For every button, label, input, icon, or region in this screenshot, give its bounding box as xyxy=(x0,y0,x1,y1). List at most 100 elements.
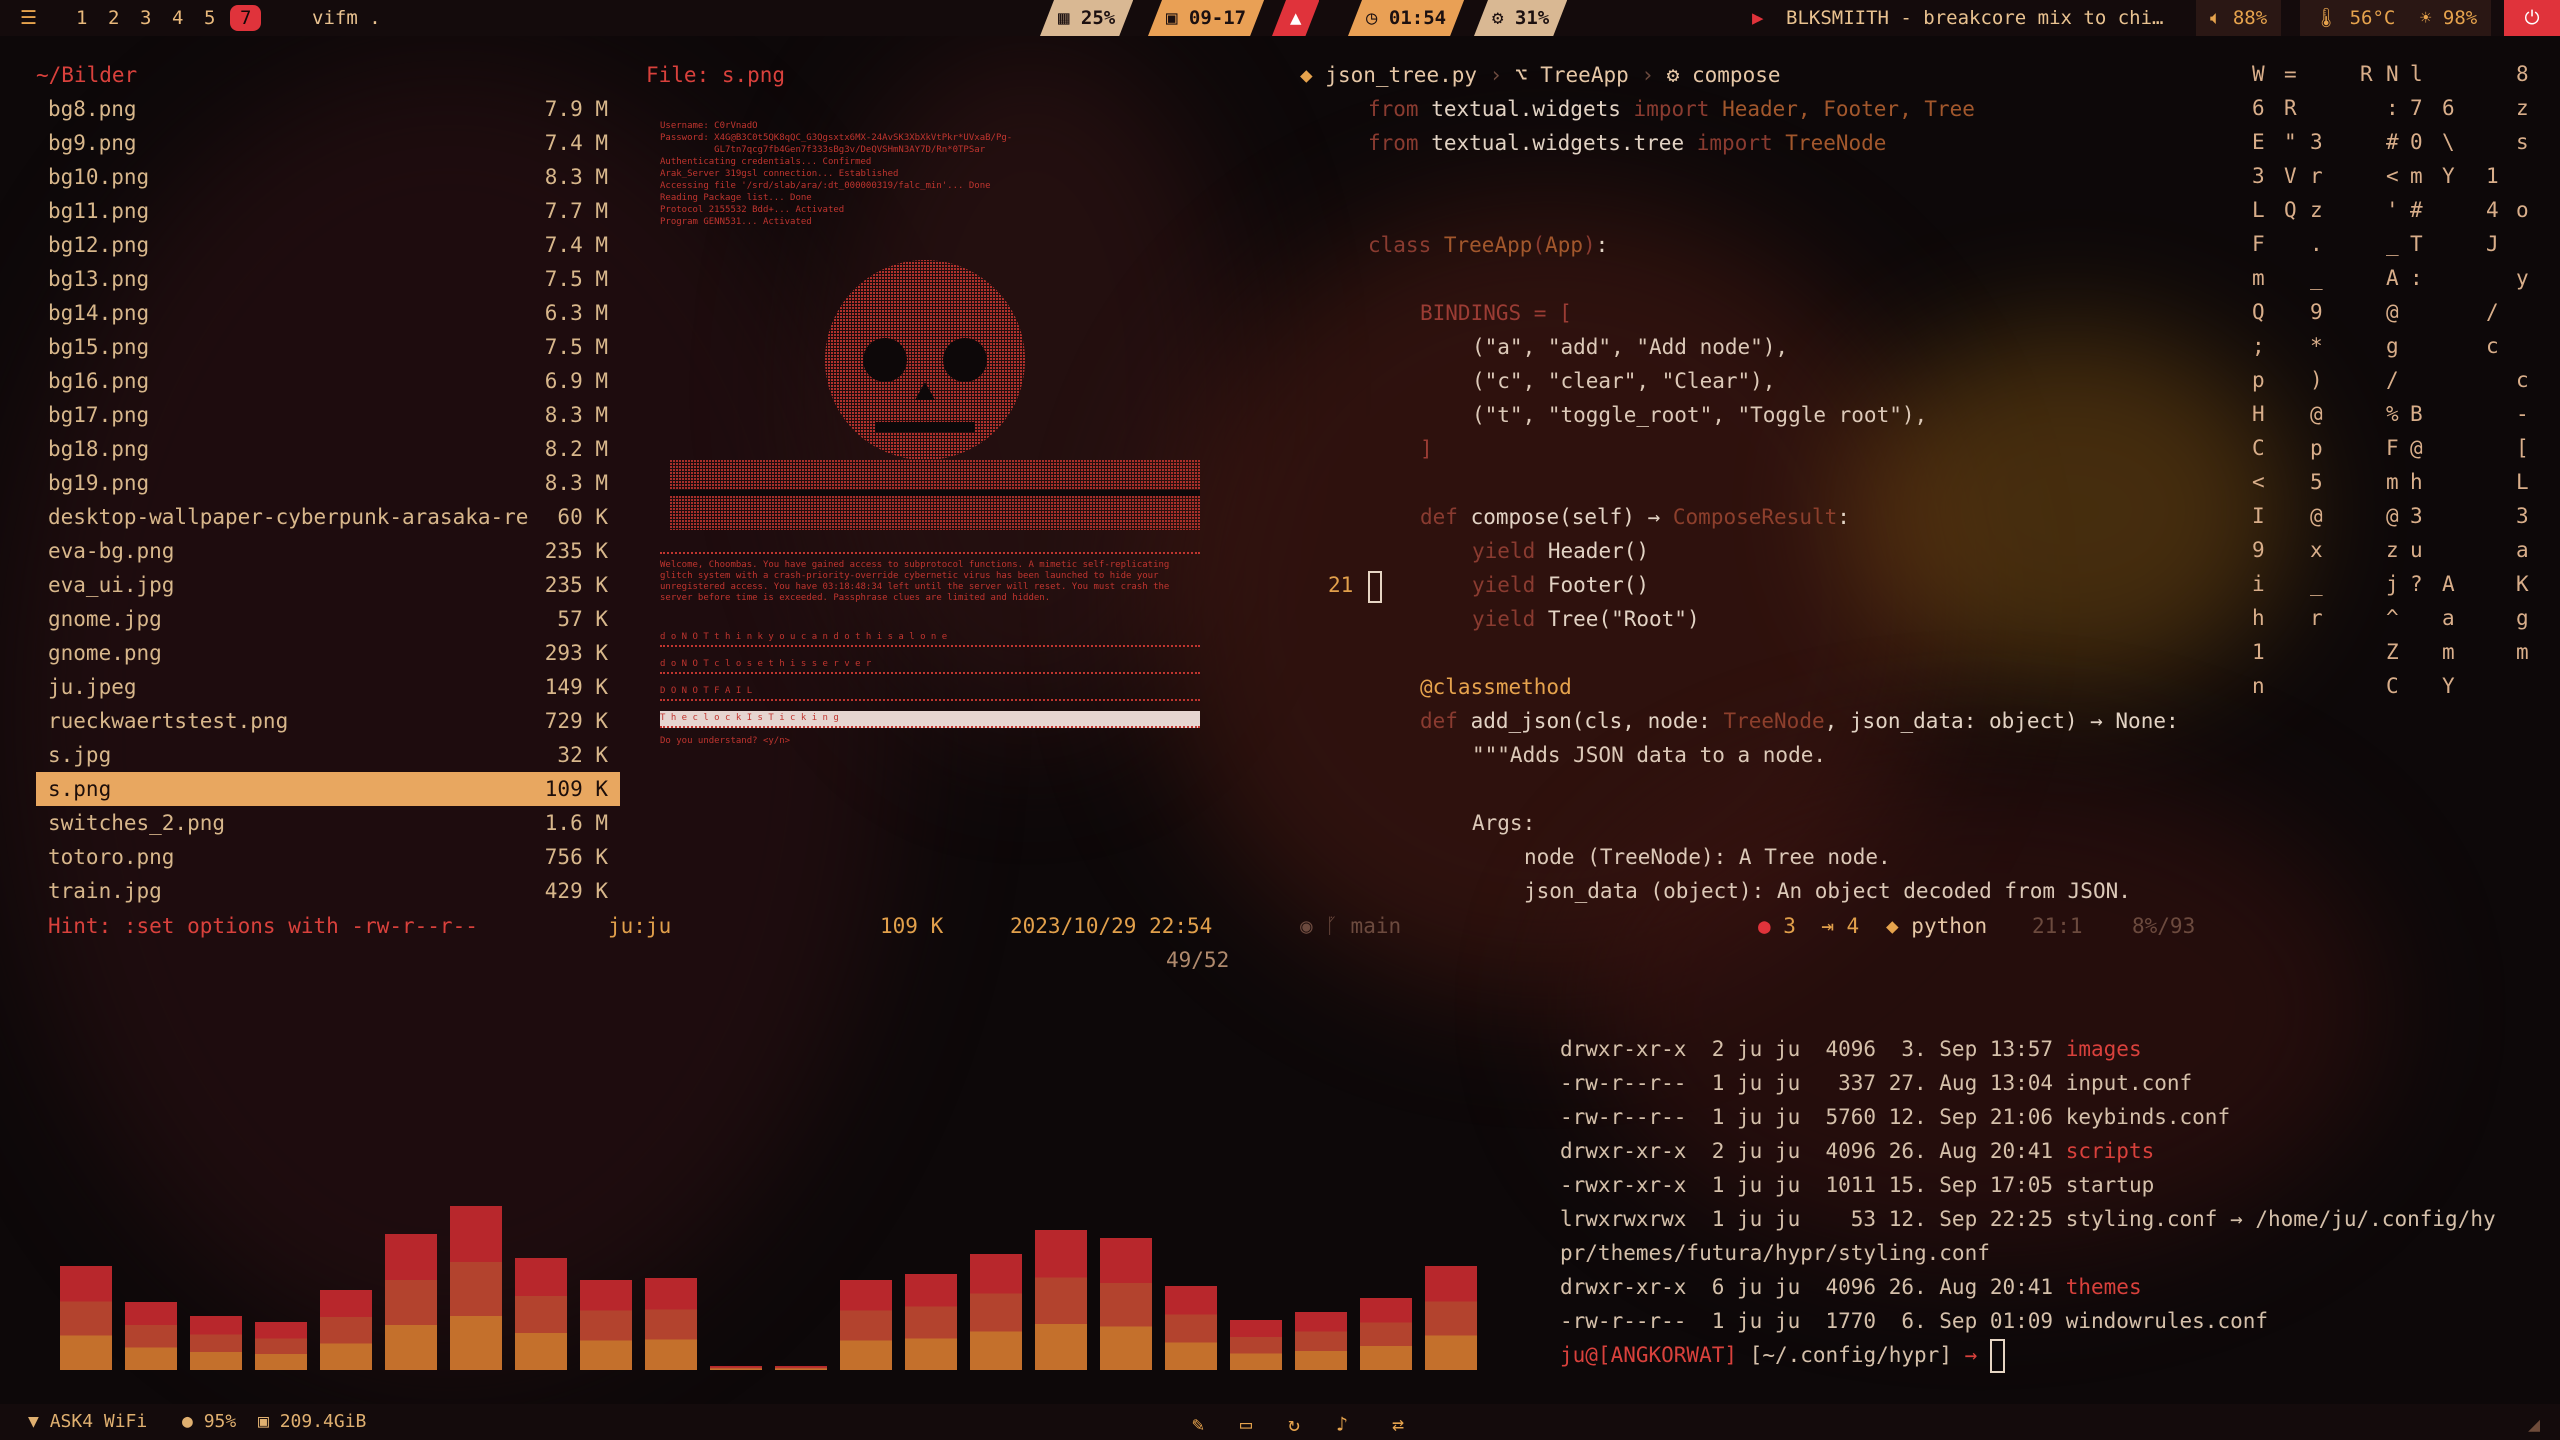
ls-name[interactable]: input.conf xyxy=(2066,1071,2192,1095)
file-row[interactable]: bg18.png 8.2 M xyxy=(48,432,608,466)
brightness-module[interactable]: ☀︎ 98% xyxy=(2406,0,2492,36)
file-row[interactable]: totoro.png 756 K xyxy=(48,840,608,874)
refresh-icon[interactable]: ↻ xyxy=(1288,1412,1300,1436)
gpu-value: 31% xyxy=(1514,7,1550,29)
clue-list: d o N O T t h i n k y o u c a n d o t h … xyxy=(660,630,1200,738)
matrix-glyph: 7 xyxy=(2410,96,2423,120)
file-name: bg12.png xyxy=(48,233,150,257)
file-name: bg8.png xyxy=(48,97,137,121)
file-row[interactable]: gnome.jpg 57 K xyxy=(48,602,608,636)
matrix-glyph: V xyxy=(2284,164,2297,188)
file-size: 7.5 M xyxy=(544,335,608,359)
workspace-7-active[interactable]: 7 xyxy=(230,5,262,31)
visualizer-bar xyxy=(190,1316,242,1370)
ls-name[interactable]: styling.conf → /home/ju/.config/hy xyxy=(2066,1207,2496,1231)
ls-name[interactable]: images xyxy=(2066,1037,2142,1061)
wifi-module[interactable]: ▼ ASK4 WiFi xyxy=(28,1404,147,1440)
ls-name[interactable]: pr/themes/futura/hypr/styling.conf xyxy=(1560,1241,1990,1265)
file-row[interactable]: bg11.png 7.7 M xyxy=(48,194,608,228)
file-row[interactable]: bg8.png 7.9 M xyxy=(48,92,608,126)
ls-meta: -rw-r--r-- 1 ju ju 5760 12. Sep 21:06 xyxy=(1560,1105,2066,1129)
workspace-3[interactable]: 3 xyxy=(140,0,151,36)
workspace-4[interactable]: 4 xyxy=(172,0,183,36)
file-size: 7.7 M xyxy=(544,199,608,223)
file-row[interactable]: rueckwaertstest.png 729 K xyxy=(48,704,608,738)
volume-module[interactable]: 🔈︎ 88% xyxy=(2196,0,2282,36)
workspace-1[interactable]: 1 xyxy=(76,0,87,36)
workspace-2[interactable]: 2 xyxy=(108,0,119,36)
file-row[interactable]: bg15.png 7.5 M xyxy=(48,330,608,364)
clock-icon: ◷ xyxy=(1366,7,1389,29)
ls-name[interactable]: themes xyxy=(2066,1275,2142,1299)
disk-module: ▣ 209.4GiB xyxy=(258,1404,366,1440)
matrix-glyph: h xyxy=(2410,470,2423,494)
file-row-selected[interactable]: s.png 109 K xyxy=(36,772,620,806)
warning-icon: ⇥ xyxy=(1821,914,1847,938)
ls-meta: -rwxr-xr-x 1 ju ju 1011 15. Sep 17:05 xyxy=(1560,1173,2066,1197)
breadcrumb-method[interactable]: compose xyxy=(1692,63,1781,87)
breadcrumb-class[interactable]: TreeApp xyxy=(1540,63,1629,87)
file-row[interactable]: eva_ui.jpg 235 K xyxy=(48,568,608,602)
ls-row: -rw-r--r-- 1 ju ju 5760 12. Sep 21:06 ke… xyxy=(1560,1100,2230,1134)
ls-name[interactable]: scripts xyxy=(2066,1139,2155,1163)
media-title[interactable]: BLKSMIITH - breakcore mix to chi… xyxy=(1786,0,2166,36)
visualizer-bar xyxy=(1295,1312,1347,1370)
breadcrumb-file[interactable]: json_tree.py xyxy=(1325,63,1477,87)
matrix-glyph: = xyxy=(2284,62,2297,86)
monitor-icon[interactable]: ▭ xyxy=(1240,1412,1252,1436)
matrix-glyph: c xyxy=(2516,368,2529,392)
ls-name[interactable]: keybinds.conf xyxy=(2066,1105,2230,1129)
network-icon[interactable]: ⇄ xyxy=(1392,1412,1404,1436)
file-row[interactable]: bg19.png 8.3 M xyxy=(48,466,608,500)
arch-logo-icon[interactable]: ▲ xyxy=(1272,0,1319,36)
filetype: ◆ python xyxy=(1886,914,1988,938)
matrix-glyph: x xyxy=(2310,538,2323,562)
file-row[interactable]: bg9.png 7.4 M xyxy=(48,126,608,160)
workspace-5[interactable]: 5 xyxy=(204,0,215,36)
ls-row: pr/themes/futura/hypr/styling.conf xyxy=(1560,1236,1990,1270)
file-row[interactable]: bg13.png 7.5 M xyxy=(48,262,608,296)
diagnostics[interactable]: ● 3 ⇥ 4 xyxy=(1758,909,1859,943)
pen-icon[interactable]: ✎ xyxy=(1192,1412,1204,1436)
file-name: bg17.png xyxy=(48,403,150,427)
file-row[interactable]: bg17.png 8.3 M xyxy=(48,398,608,432)
file-row[interactable]: ju.jpeg 149 K xyxy=(48,670,608,704)
file-row[interactable]: bg16.png 6.9 M xyxy=(48,364,608,398)
menu-icon[interactable]: ☰ xyxy=(20,0,37,36)
file-row[interactable]: eva-bg.png 235 K xyxy=(48,534,608,568)
file-size: 7.4 M xyxy=(544,233,608,257)
file-row[interactable]: bg14.png 6.3 M xyxy=(48,296,608,330)
visualizer-bar xyxy=(1230,1320,1282,1370)
bell-icon[interactable]: ♪ xyxy=(1336,1412,1348,1436)
visualizer-bar xyxy=(515,1258,567,1370)
shell-prompt[interactable]: ju@[ANGKORWAT] [~/.config/hypr] → xyxy=(1560,1338,2005,1373)
ascii-banner xyxy=(670,460,1200,530)
file-row[interactable]: bg12.png 7.4 M xyxy=(48,228,608,262)
preview-divider xyxy=(660,552,1200,554)
cpu-module: ▦ 25% xyxy=(1040,0,1133,36)
ls-meta: lrwxrwxrwx 1 ju ju 53 12. Sep 22:25 xyxy=(1560,1207,2066,1231)
power-icon[interactable]: ⏻ xyxy=(2504,0,2560,36)
file-name: switches_2.png xyxy=(48,811,226,835)
file-name: rueckwaertstest.png xyxy=(48,709,289,733)
matrix-glyph: 0 xyxy=(2410,130,2423,154)
file-name: bg18.png xyxy=(48,437,150,461)
git-branch[interactable]: main xyxy=(1351,914,1402,938)
file-row[interactable]: s.jpg 32 K xyxy=(48,738,608,772)
code-line-def-add-json: def add_json(cls, node: TreeNode, json_d… xyxy=(1420,709,2179,733)
ls-name[interactable]: startup xyxy=(2066,1173,2155,1197)
file-row[interactable]: train.jpg 429 K xyxy=(48,874,608,908)
wifi-name: ASK4 WiFi xyxy=(49,1411,148,1432)
file-row[interactable]: bg10.png 8.3 M xyxy=(48,160,608,194)
file-row[interactable]: desktop-wallpaper-cyberpunk-arasaka-re 60… xyxy=(48,500,608,534)
ls-name[interactable]: windowrules.conf xyxy=(2066,1309,2268,1333)
ls-row: -rw-r--r-- 1 ju ju 1770 6. Sep 01:09 win… xyxy=(1560,1304,2268,1338)
method-icon: ⚙ xyxy=(1666,63,1692,87)
matrix-glyph: E xyxy=(2252,130,2265,154)
visualizer-bar xyxy=(320,1290,372,1370)
matrix-glyph: N xyxy=(2386,62,2399,86)
file-row[interactable]: switches_2.png 1.6 M xyxy=(48,806,608,840)
preview-clue: T h e c l o c k I s T i c k i n g xyxy=(660,711,1200,728)
file-row[interactable]: gnome.png 293 K xyxy=(48,636,608,670)
youtube-icon: ▶ xyxy=(1752,7,1764,29)
